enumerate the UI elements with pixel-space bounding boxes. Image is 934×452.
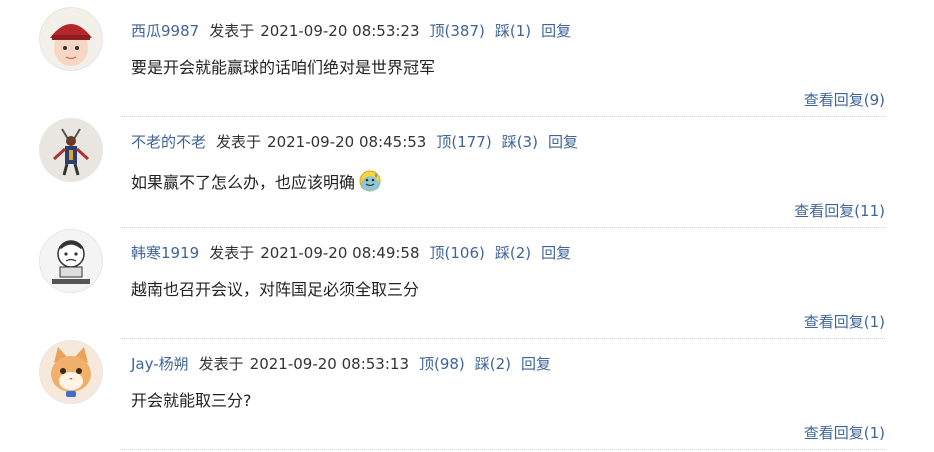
avatar-meme-cartoon[interactable] — [40, 230, 102, 292]
timestamp: 2021-09-20 08:53:13 — [249, 355, 409, 373]
divider — [120, 116, 885, 117]
downvote-button[interactable]: 踩(3) — [502, 133, 538, 151]
posted-label: 发表于 — [209, 244, 255, 262]
timestamp: 2021-09-20 08:53:23 — [260, 22, 420, 40]
reply-button[interactable]: 回复 — [541, 244, 571, 262]
divider — [120, 338, 885, 339]
reply-button[interactable]: 回复 — [541, 22, 571, 40]
posted-label: 发表于 — [198, 355, 244, 373]
comment-meta: 韩寒1919 发表于 2021-09-20 08:49:58 顶(106) 踩(2) 回复 — [131, 243, 571, 263]
comment-text: 开会就能取三分? — [131, 391, 252, 410]
avatar-image — [40, 341, 102, 403]
comment-text: 如果赢不了怎么办，也应该明确 — [131, 173, 356, 192]
comment-meta: 不老的不老 发表于 2021-09-20 08:45:53 顶(177) 踩(3) 回复 — [131, 132, 578, 152]
reply-button[interactable]: 回复 — [548, 133, 578, 151]
comment-text-row: 如果赢不了怎么办，也应该明确 — [131, 168, 382, 194]
view-replies-link[interactable]: 查看回复(9) — [804, 90, 885, 110]
comment-text: 越南也召开会议，对阵国足必须全取三分 — [131, 280, 420, 299]
avatar-image — [40, 119, 102, 181]
avatar-child-red-hat[interactable] — [40, 8, 102, 70]
sweat-smile-emoji-icon — [359, 170, 381, 192]
divider — [120, 227, 885, 228]
upvote-button[interactable]: 顶(387) — [430, 22, 485, 40]
comment-meta: 西瓜9987 发表于 2021-09-20 08:53:23 顶(387) 踩(1) 回复 — [131, 21, 571, 41]
comment-list: 西瓜9987 发表于 2021-09-20 08:53:23 顶(387) 踩(1) 回复… — [0, 0, 934, 451]
avatar-image — [40, 230, 102, 292]
username-link[interactable]: 韩寒1919 — [131, 244, 199, 262]
username-link[interactable]: 西瓜9987 — [131, 22, 199, 40]
avatar-orange-cat[interactable] — [40, 341, 102, 403]
avatar-puppet-figure[interactable] — [40, 119, 102, 181]
divider — [120, 449, 885, 450]
comment-text: 要是开会就能赢球的话咱们绝对是世界冠军 — [131, 58, 436, 77]
view-replies-link[interactable]: 查看回复(11) — [794, 201, 885, 221]
timestamp: 2021-09-20 08:49:58 — [260, 244, 420, 262]
comment-item: 西瓜9987 发表于 2021-09-20 08:53:23 顶(387) 踩(1) 回复… — [0, 8, 934, 119]
timestamp: 2021-09-20 08:45:53 — [267, 133, 427, 151]
comment-meta: Jay-杨朔 发表于 2021-09-20 08:53:13 顶(98) 踩(2) 回复 — [131, 354, 551, 374]
reply-button[interactable]: 回复 — [521, 355, 551, 373]
comment-item: Jay-杨朔 发表于 2021-09-20 08:53:13 顶(98) 踩(2) 回复 … — [0, 341, 934, 452]
comment-item: 不老的不老 发表于 2021-09-20 08:45:53 顶(177) 踩(3) 回复 … — [0, 119, 934, 230]
downvote-button[interactable]: 踩(1) — [495, 22, 531, 40]
downvote-button[interactable]: 踩(2) — [495, 244, 531, 262]
posted-label: 发表于 — [209, 22, 255, 40]
downvote-button[interactable]: 踩(2) — [475, 355, 511, 373]
comment-item: 韩寒1919 发表于 2021-09-20 08:49:58 顶(106) 踩(2) 回复… — [0, 230, 934, 341]
view-replies-link[interactable]: 查看回复(1) — [804, 423, 885, 443]
username-link[interactable]: Jay-杨朔 — [131, 355, 189, 373]
upvote-button[interactable]: 顶(106) — [430, 244, 485, 262]
view-replies-link[interactable]: 查看回复(1) — [804, 312, 885, 332]
posted-label: 发表于 — [216, 133, 262, 151]
avatar-image — [40, 8, 102, 70]
upvote-button[interactable]: 顶(98) — [419, 355, 465, 373]
upvote-button[interactable]: 顶(177) — [436, 133, 491, 151]
username-link[interactable]: 不老的不老 — [131, 133, 206, 151]
